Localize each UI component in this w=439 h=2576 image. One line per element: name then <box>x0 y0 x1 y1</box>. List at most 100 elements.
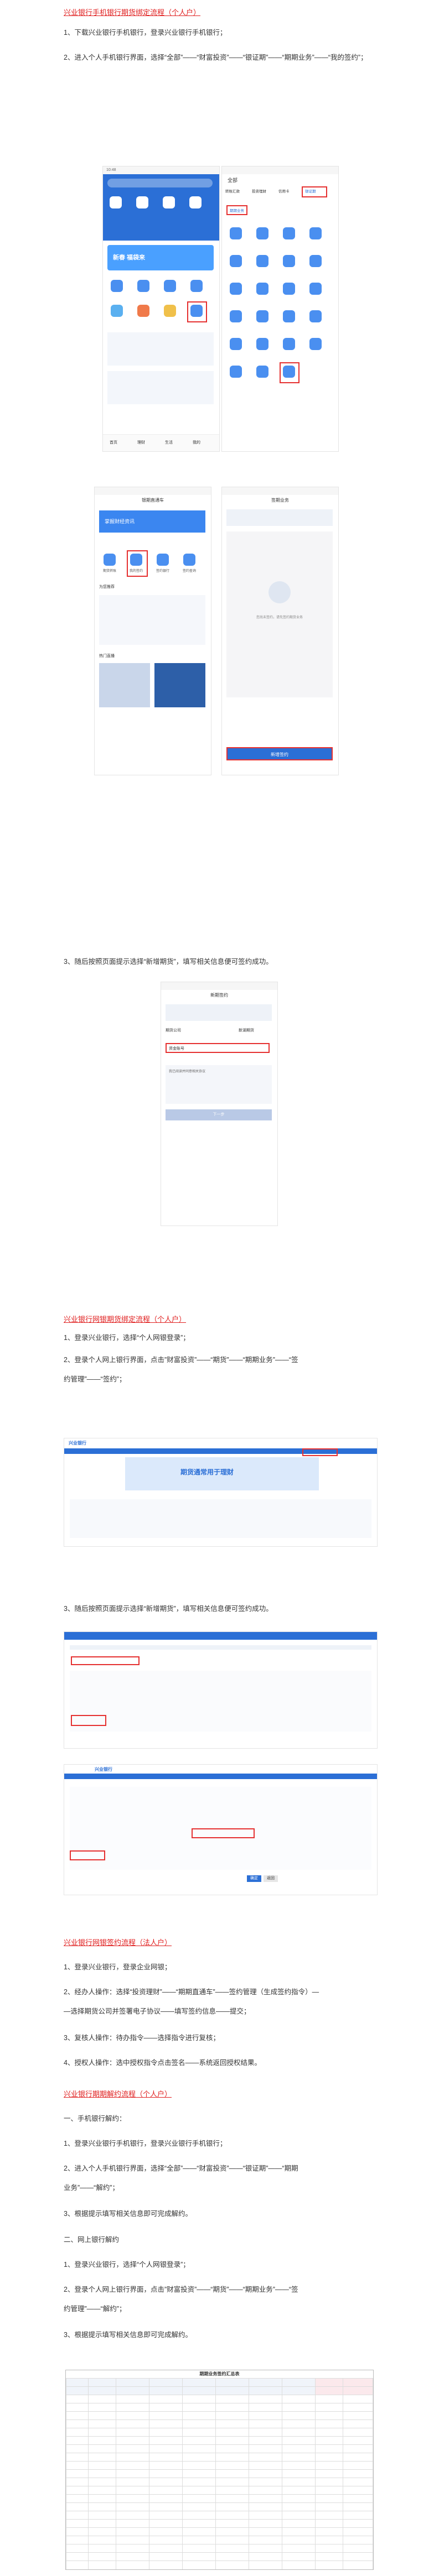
tab-credit[interactable]: 信用卡 <box>278 188 290 194</box>
grid-icon-12[interactable] <box>309 283 322 295</box>
grid-icon-19[interactable] <box>283 338 295 350</box>
table-row-line <box>66 2502 373 2503</box>
table-col-line <box>88 2378 89 2569</box>
status-bar-4 <box>222 487 338 495</box>
highlight-my-sign <box>127 550 148 577</box>
hot-live-title: 热门直播 <box>99 654 115 658</box>
menu-icon-4[interactable] <box>190 280 203 292</box>
menu-icon-7[interactable] <box>164 305 176 317</box>
news-card[interactable] <box>107 371 214 404</box>
tab-transfer[interactable]: 转账汇款 <box>225 188 240 194</box>
web-screenshot-form: 兴业银行 确定 返回 <box>64 1764 378 1895</box>
fund-account-input[interactable]: 资金账号 <box>166 1043 270 1053</box>
nav-home[interactable]: 首页 <box>110 440 117 445</box>
table-row-line <box>66 2444 373 2445</box>
recommend-title: 为您推荐 <box>99 585 115 589</box>
section4-m2a: 2、进入个人手机银行界面，选择“全部”——“财富投资”——“银证期”——“期期 <box>64 2165 298 2172</box>
live-card-2[interactable] <box>154 663 205 707</box>
promo-card[interactable]: 掌握财经资讯 <box>99 510 205 533</box>
summary-table: 期期业务签约汇总表 <box>65 2370 374 2570</box>
grid-icon-16[interactable] <box>309 310 322 322</box>
grid-icon-2[interactable] <box>256 227 268 239</box>
menu-icon-2[interactable] <box>137 280 149 292</box>
grid-icon-9[interactable] <box>230 283 242 295</box>
section2-step3: 3、随后按照页面提示选择“新增期货”，填写相关信息便可签约成功。 <box>64 1605 273 1613</box>
web-nav-bar-2 <box>64 1632 377 1640</box>
new-sign-button[interactable]: 新增签约 <box>226 747 333 760</box>
table-row-line <box>66 2461 373 2462</box>
table-row-line <box>66 2419 373 2420</box>
futures-transfer-icon[interactable] <box>104 554 116 566</box>
grid-icon-7[interactable] <box>283 255 295 267</box>
table-col-line <box>315 2378 316 2569</box>
grid-icon-15[interactable] <box>283 310 295 322</box>
grid-icon-10[interactable] <box>256 283 268 295</box>
nav-life[interactable]: 生活 <box>165 440 173 445</box>
web-back-button[interactable]: 返回 <box>264 1875 278 1882</box>
grid-icon-18[interactable] <box>256 338 268 350</box>
grid-icon-1[interactable] <box>230 227 242 239</box>
section2-step1: 1、登录兴业银行，选择“个人网银登录”； <box>64 1334 190 1342</box>
grid-icon-21[interactable] <box>230 366 242 378</box>
recommend-banner[interactable] <box>99 595 205 645</box>
phone-screenshot-home: 10:48 新春 福袋来 首页 理财 生活 我的 <box>102 166 220 452</box>
status-bar-3 <box>95 487 211 495</box>
search-input[interactable] <box>107 179 213 187</box>
grid-icon-6[interactable] <box>256 255 268 267</box>
status-bar: 10:48 <box>103 166 219 174</box>
grid-icon-5[interactable] <box>230 255 242 267</box>
bank-logo-text-3: 兴业银行 <box>95 1767 112 1772</box>
scan-icon[interactable] <box>110 196 122 208</box>
table-row-line <box>66 2552 373 2553</box>
highlight-wealth-menu <box>302 1448 338 1456</box>
menu-icon-6[interactable] <box>137 305 149 317</box>
company-value[interactable]: 新湖期货 <box>239 1028 254 1033</box>
table-row-line <box>66 2494 373 2495</box>
grid-icon-8[interactable] <box>309 255 322 267</box>
recommend-card[interactable] <box>107 332 214 366</box>
menu-icon-1[interactable] <box>111 280 123 292</box>
sign-bank-label: 签约银行 <box>156 570 169 573</box>
agreement-box: 我已阅读并同意相关协议 <box>166 1065 272 1104</box>
highlight-option <box>70 1850 105 1860</box>
web-header: 兴业银行 <box>64 1438 377 1448</box>
menu-icon-5[interactable] <box>111 305 123 317</box>
highlight-tab-box <box>302 186 327 197</box>
empty-area: 您尚未签约，请先签约期货业务 <box>226 531 333 697</box>
card-icon[interactable] <box>189 196 202 208</box>
section3-step4: 4、授权人操作：选中授权指令点击签名——系统返回授权结果。 <box>64 2059 261 2067</box>
sign-query-label: 签约查询 <box>182 570 196 573</box>
section1-step1: 1、下载兴业银行手机银行，登录兴业银行手机银行； <box>64 29 227 36</box>
tab-invest[interactable]: 投资理财 <box>252 188 266 194</box>
table-row-line <box>66 2386 373 2387</box>
promo-banner[interactable]: 新春 福袋来 <box>107 245 214 270</box>
grid-icon-4[interactable] <box>309 227 322 239</box>
menu-icon-3[interactable] <box>164 280 176 292</box>
web-confirm-button[interactable]: 确定 <box>247 1875 261 1882</box>
grid-icon-14[interactable] <box>256 310 268 322</box>
futures-page-title: 银期直通车 <box>142 498 164 503</box>
grid-icon-13[interactable] <box>230 310 242 322</box>
live-card-1[interactable] <box>99 663 150 707</box>
web-banner[interactable]: 期货通常用于理财 <box>125 1457 319 1490</box>
account-icon[interactable] <box>163 196 175 208</box>
section4-n3: 3、根据提示填写相关信息即可完成解约。 <box>64 2331 192 2339</box>
transfer-icon[interactable] <box>136 196 148 208</box>
sign-bank-icon[interactable] <box>157 554 169 566</box>
nav-mine[interactable]: 我的 <box>193 440 200 445</box>
grid-icon-20[interactable] <box>309 338 322 350</box>
web-screenshot-sign <box>64 1631 378 1749</box>
grid-icon-3[interactable] <box>283 227 295 239</box>
grid-icon-17[interactable] <box>230 338 242 350</box>
grid-icon-22[interactable] <box>256 366 268 378</box>
futures-business-entry[interactable]: 期期业务 <box>226 205 247 215</box>
table-grid <box>66 2378 373 2569</box>
empty-illustration-icon <box>268 581 291 603</box>
next-button[interactable]: 下一步 <box>166 1109 272 1120</box>
bank-logo-text: 兴业银行 <box>69 1441 86 1446</box>
agreement-text[interactable]: 我已阅读并同意相关协议 <box>169 1068 205 1073</box>
grid-icon-11[interactable] <box>283 283 295 295</box>
sign-query-icon[interactable] <box>183 554 195 566</box>
nav-wealth[interactable]: 理财 <box>137 440 145 445</box>
table-row-line <box>66 2436 373 2437</box>
